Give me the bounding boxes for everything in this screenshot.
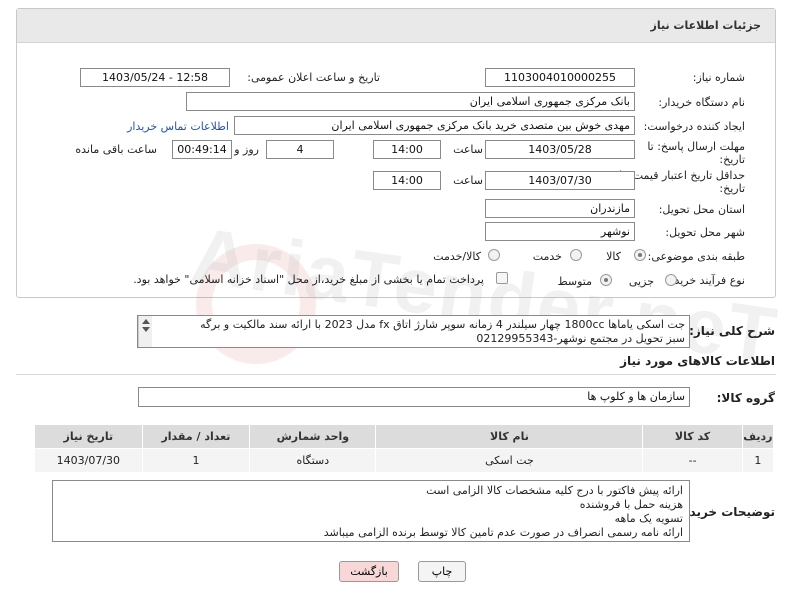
- need-number-label: شماره نیاز:: [692, 71, 745, 84]
- announce-label: تاریخ و ساعت اعلان عمومی:: [247, 71, 380, 84]
- validity-time-label: ساعت: [453, 174, 483, 187]
- goods-group-label: گروه کالا:: [716, 391, 775, 405]
- scroll-down-icon[interactable]: [142, 327, 150, 332]
- summary-line-1: جت اسکی یاماها 1800cc چهار سیلندر 4 زمان…: [200, 318, 685, 331]
- buyer-note-line: هزینه حمل با فروشنده: [579, 498, 683, 511]
- back-button[interactable]: بازگشت: [339, 561, 399, 582]
- need-number-field[interactable]: 1103004010000255: [485, 68, 635, 87]
- print-button[interactable]: چاپ: [418, 561, 466, 582]
- requester-label: ایجاد کننده درخواست:: [643, 120, 745, 133]
- buyer-contact-link[interactable]: اطلاعات تماس خریدار: [127, 120, 229, 133]
- goods-table: ردیف کد کالا نام کالا واحد شمارش تعداد /…: [34, 424, 775, 473]
- col-row: ردیف: [741, 424, 775, 449]
- deadline-label: مهلت ارسال پاسخ: تا: [647, 140, 745, 153]
- buyer-note-line: ارائه نامه رسمی انصراف در صورت عدم تامین…: [323, 526, 683, 539]
- panel-title: جزئیات اطلاعات نیاز: [650, 19, 762, 32]
- summary-scrollbar[interactable]: [138, 316, 152, 347]
- goods-group-field[interactable]: سازمان ها و کلوپ ها: [138, 387, 690, 407]
- buyer-notes-textarea[interactable]: ارائه پیش فاکتور با درج کلیه مشخصات کالا…: [52, 480, 690, 542]
- city-field[interactable]: نوشهر: [485, 222, 635, 241]
- col-date: تاریخ نیاز: [34, 424, 143, 449]
- process-radio-minor[interactable]: [665, 274, 677, 286]
- category-label: طبقه بندی موضوعی:: [647, 250, 745, 263]
- city-label: شهر محل تحویل:: [665, 226, 745, 239]
- col-qty: تعداد / مقدار: [141, 424, 251, 449]
- section-divider: [16, 374, 776, 375]
- validity-time-field[interactable]: 14:00: [373, 171, 441, 190]
- summary-line-2: سبز تحویل در مجتمع نوشهر-02129955343: [476, 332, 685, 345]
- buyer-org-label: نام دستگاه خریدار:: [658, 96, 745, 109]
- cell-row: 1: [741, 448, 775, 473]
- validity-date-field[interactable]: 1403/07/30: [485, 171, 635, 190]
- table-row[interactable]: 1 -- جت اسکی دستگاه 1 1403/07/30: [34, 448, 775, 473]
- category-option-service: خدمت: [532, 250, 562, 263]
- cell-code: --: [642, 448, 743, 473]
- category-option-goods: کالا: [606, 250, 621, 263]
- category-radio-goods[interactable]: [634, 249, 646, 261]
- cell-name: جت اسکی: [375, 448, 644, 473]
- remaining-time-field[interactable]: 00:49:14: [172, 140, 232, 159]
- validity-label-date: تاریخ:: [719, 182, 745, 195]
- col-code: کد کالا: [642, 424, 743, 449]
- scroll-up-icon[interactable]: [142, 319, 150, 324]
- category-option-goods-service: کالا/خدمت: [433, 250, 481, 263]
- deadline-date-field[interactable]: 1403/05/28: [485, 140, 635, 159]
- summary-label: شرح کلی نیاز:: [689, 324, 775, 338]
- cell-date: 1403/07/30: [34, 448, 143, 473]
- cell-qty: 1: [141, 448, 251, 473]
- province-field[interactable]: مازندران: [485, 199, 635, 218]
- deadline-time-field[interactable]: 14:00: [373, 140, 441, 159]
- goods-section-title: اطلاعات کالاهای مورد نیاز: [620, 354, 775, 368]
- col-unit: واحد شمارش: [249, 424, 377, 449]
- summary-textarea[interactable]: جت اسکی یاماها 1800cc چهار سیلندر 4 زمان…: [137, 315, 690, 348]
- buyer-org-field[interactable]: بانک مرکزی جمهوری اسلامی ایران: [186, 92, 635, 111]
- deadline-time-label: ساعت: [453, 143, 483, 156]
- payment-note: پرداخت تمام یا بخشی از مبلغ خرید،از محل …: [133, 273, 484, 286]
- province-label: استان محل تحویل:: [658, 203, 745, 216]
- process-label: نوع فرآیند خرید :: [667, 274, 745, 287]
- category-radio-service[interactable]: [570, 249, 582, 261]
- deadline-label-date: تاریخ:: [719, 153, 745, 166]
- category-radio-goods-service[interactable]: [488, 249, 500, 261]
- requester-field[interactable]: مهدی خوش بین متصدی خرید بانک مرکزی جمهور…: [234, 116, 635, 135]
- process-radio-medium[interactable]: [600, 274, 612, 286]
- buyer-note-line: ارائه پیش فاکتور با درج کلیه مشخصات کالا…: [426, 484, 683, 497]
- days-remaining-field[interactable]: 4: [266, 140, 334, 159]
- remaining-time-label: ساعت باقی مانده: [75, 143, 157, 156]
- panel-header: جزئیات اطلاعات نیاز: [17, 9, 775, 43]
- col-name: نام کالا: [375, 424, 644, 449]
- goods-table-header: ردیف کد کالا نام کالا واحد شمارش تعداد /…: [34, 424, 775, 449]
- cell-unit: دستگاه: [249, 448, 377, 473]
- process-option-minor: جزیی: [628, 275, 654, 288]
- days-label: روز و: [234, 143, 259, 156]
- announce-field[interactable]: 1403/05/24 - 12:58: [80, 68, 230, 87]
- treasury-payment-checkbox[interactable]: [496, 272, 508, 284]
- process-option-medium: متوسط: [557, 275, 592, 288]
- validity-label: حداقل تاریخ اعتبار قیمت: تا: [619, 169, 745, 182]
- buyer-note-line: تسویه یک ماهه: [614, 512, 683, 525]
